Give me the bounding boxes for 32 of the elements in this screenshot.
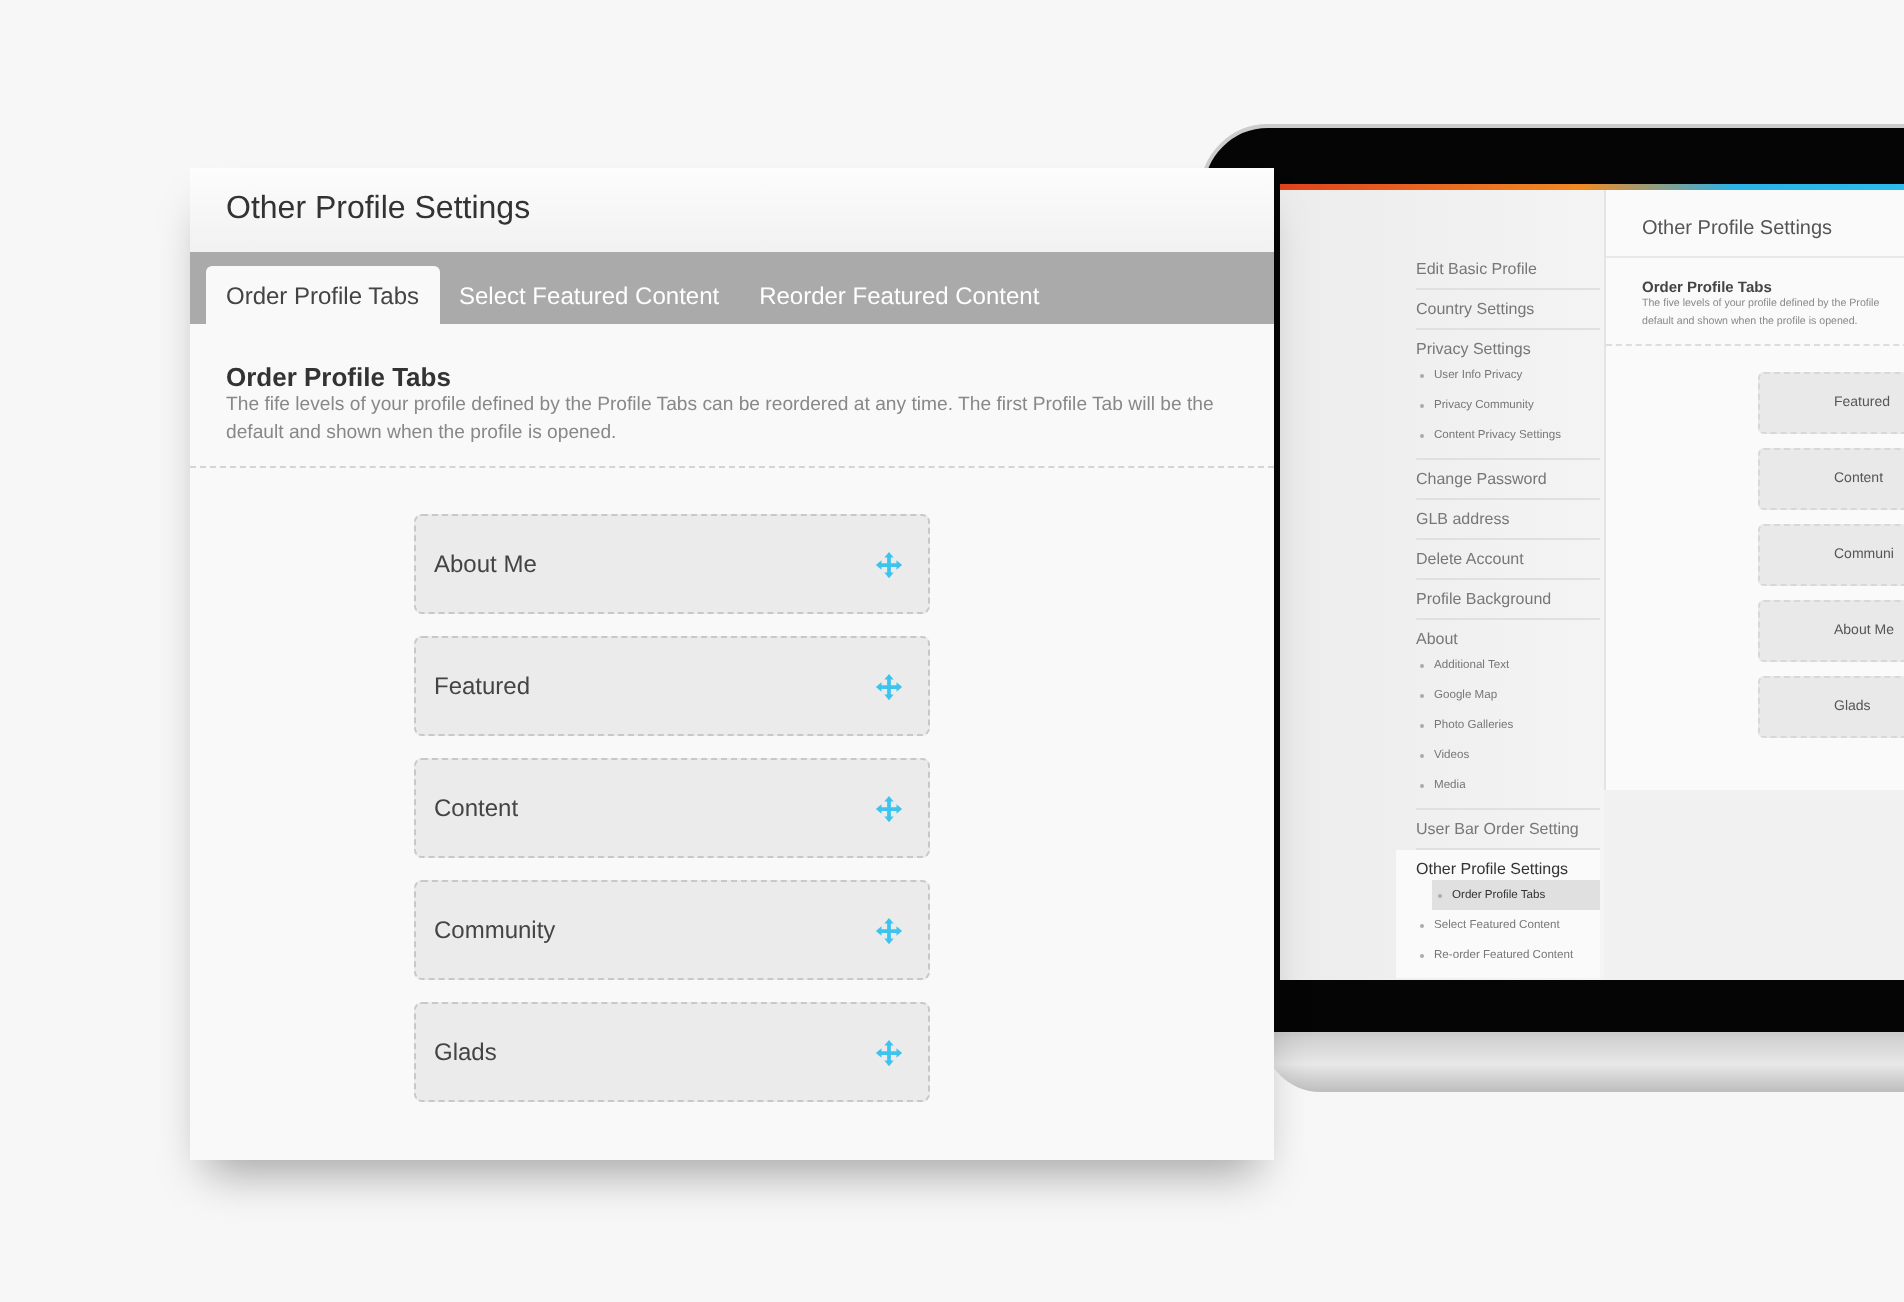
menu-item[interactable]: GLB address xyxy=(1416,508,1600,530)
sortable-item[interactable]: Content xyxy=(414,758,930,858)
tab[interactable]: Reorder Featured Content xyxy=(739,266,1060,324)
move-icon[interactable] xyxy=(874,793,904,823)
card-title: Other Profile Settings xyxy=(226,192,531,228)
item-label: Content xyxy=(434,794,519,822)
sortable-item[interactable]: Glads xyxy=(414,1002,930,1102)
menu-item[interactable]: Edit Basic Profile xyxy=(1416,258,1600,280)
tab[interactable]: Order Profile Tabs xyxy=(206,266,439,324)
menu-item[interactable]: Privacy Settings xyxy=(1416,338,1600,360)
move-icon[interactable] xyxy=(874,671,904,701)
menu-item[interactable]: Other Profile Settings xyxy=(1416,858,1600,880)
section-description: The fife levels of your profile defined by the Profile Tabs can be reordered at any time. The first Profile Tab will be the default and shown when the profile is opened. xyxy=(226,392,1216,448)
item-label: Glads xyxy=(434,1038,497,1066)
sortable-item[interactable]: About Me xyxy=(414,514,930,614)
panel-title: Other Profile Settings xyxy=(1606,190,1904,258)
menu-item[interactable]: Profile Background xyxy=(1416,588,1600,610)
menu-item[interactable]: Country Settings xyxy=(1416,298,1600,320)
menu-item[interactable]: About xyxy=(1416,628,1600,650)
move-icon[interactable] xyxy=(874,1037,904,1067)
section-heading: Order Profile Tabs xyxy=(226,362,453,392)
menu-item[interactable]: Delete Account xyxy=(1416,548,1600,570)
move-icon[interactable] xyxy=(874,549,904,579)
item-label: About Me xyxy=(434,550,537,578)
sortable-item[interactable]: Community xyxy=(414,880,930,980)
move-icon[interactable] xyxy=(874,915,904,945)
menu-item[interactable]: Change Password xyxy=(1416,468,1600,490)
item-label: Featured xyxy=(434,672,531,700)
menu-item[interactable]: User Bar Order Setting xyxy=(1416,818,1600,840)
sortable-item[interactable]: Featured xyxy=(414,636,930,736)
item-label: Community xyxy=(434,916,556,944)
tab[interactable]: Select Featured Content xyxy=(439,266,740,324)
